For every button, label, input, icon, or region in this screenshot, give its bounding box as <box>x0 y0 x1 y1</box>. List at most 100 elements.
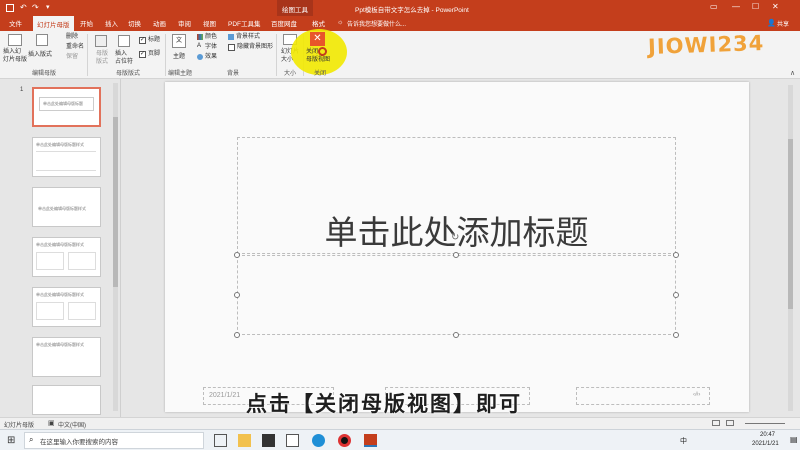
pane-scrollbar-thumb[interactable] <box>113 117 118 287</box>
effects-icon <box>197 54 203 60</box>
tray-clock-date: 2021/1/21 <box>752 441 779 447</box>
resize-handle[interactable] <box>234 292 240 298</box>
taskbar: ⊞ ⌕ 在这里输入你要搜索的内容 中 20:47 2021/1/21 ▤ <box>0 429 800 450</box>
normal-view-icon[interactable] <box>712 420 720 426</box>
collapse-ribbon-icon[interactable]: ∧ <box>790 69 795 77</box>
tab-pdf-tools[interactable]: PDF工具集 <box>228 18 261 28</box>
tab-review[interactable]: 审阅 <box>178 18 191 28</box>
tab-slide-master[interactable]: 幻灯片母版 <box>33 16 74 31</box>
resize-handle[interactable] <box>453 332 459 338</box>
text-placeholder-box[interactable] <box>237 255 676 335</box>
notification-icon[interactable]: ▤ <box>790 435 798 444</box>
rename-button[interactable]: 重命名 <box>66 43 84 51</box>
save-icon[interactable] <box>6 4 14 12</box>
resize-handle[interactable] <box>673 292 679 298</box>
minimize-icon[interactable]: — <box>732 2 740 11</box>
canvas-scrollbar-thumb[interactable] <box>788 139 793 309</box>
master-layout-icon <box>95 35 107 47</box>
zoom-slider[interactable] <box>745 423 785 424</box>
resize-handle[interactable] <box>234 332 240 338</box>
tell-me-search[interactable]: 告诉我您想要做什么... <box>347 19 406 28</box>
thumb-title: 单击此处编辑母版标题样式 <box>36 292 84 297</box>
recorder-icon[interactable] <box>338 434 351 447</box>
quick-access-customize-icon[interactable]: ▾ <box>46 3 50 11</box>
slide-thumbnail[interactable]: 单击此处编辑母版标题样式 <box>32 137 101 177</box>
context-tab-title: 绘图工具 <box>277 0 313 16</box>
ribbon-display-icon[interactable]: ▭ <box>710 2 718 11</box>
ribbon-separator <box>276 34 277 76</box>
spellcheck-icon[interactable]: ▣ <box>48 419 55 427</box>
taskbar-search-placeholder[interactable]: 在这里输入你要搜索的内容 <box>40 436 118 446</box>
status-view: 幻灯片母版 <box>4 423 35 429</box>
insert-slide-master-button[interactable]: 插入幻 灯片母版 <box>3 48 27 64</box>
window-title: Ppt模板自带文字怎么去掉 - PowerPoint <box>355 7 469 14</box>
slide-thumbnail[interactable]: 单击此处编辑母版标题样式 <box>32 187 101 227</box>
fonts-button[interactable]: 字体 <box>205 43 217 51</box>
status-language[interactable]: 中文(中国) <box>58 420 86 429</box>
resize-handle[interactable] <box>453 252 459 258</box>
close-window-icon[interactable]: ✕ <box>772 2 779 11</box>
slide-thumbnail[interactable]: 单击此处编辑母版标题样式 <box>32 287 101 327</box>
tab-format[interactable]: 格式 <box>312 18 325 28</box>
maximize-icon[interactable]: ☐ <box>752 2 759 11</box>
page-number-placeholder-box[interactable] <box>576 387 710 405</box>
edge-icon[interactable] <box>312 434 325 447</box>
master-layout-button: 母版 版式 <box>96 51 109 65</box>
ribbon-separator <box>165 34 166 76</box>
background-styles-button[interactable]: 背景样式 <box>236 33 260 41</box>
insert-placeholder-icon <box>118 35 130 47</box>
preserve-button[interactable]: 保留 <box>66 53 78 61</box>
powerpoint-icon[interactable] <box>364 434 377 447</box>
tab-view[interactable]: 视图 <box>203 18 216 28</box>
background-group-label: 背景 <box>227 71 240 77</box>
slide-thumbnail[interactable] <box>32 385 101 415</box>
close-master-view-icon[interactable]: ✕ <box>310 32 325 46</box>
insert-layout-button[interactable]: 插入版式 <box>28 51 52 59</box>
edit-master-group-label: 编辑母版 <box>32 71 57 77</box>
hide-background-checkbox[interactable] <box>228 44 235 51</box>
task-view-icon[interactable] <box>214 434 227 447</box>
cursor-pointer <box>318 47 327 56</box>
tray-ime[interactable]: 中 <box>680 436 687 446</box>
theme-button[interactable]: 主题 <box>173 53 185 61</box>
sorter-view-icon[interactable] <box>726 420 734 426</box>
thumb-title: 单击此处编辑母版标题 <box>43 101 83 106</box>
insert-layout-icon <box>36 34 48 46</box>
tab-animations[interactable]: 动画 <box>153 18 166 28</box>
title-checkbox[interactable]: ✓ <box>139 37 146 44</box>
windows-start-icon[interactable]: ⊞ <box>7 435 15 446</box>
title-bar: ↶ ↷ ▾ 绘图工具 Ppt模板自带文字怎么去掉 - PowerPoint ▭ … <box>0 0 800 16</box>
taskbar-search-icon: ⌕ <box>29 435 34 444</box>
rotate-handle-icon[interactable]: ↻ <box>451 232 459 243</box>
store-icon[interactable] <box>262 434 275 447</box>
tab-home[interactable]: 开始 <box>80 18 93 28</box>
tab-file[interactable]: 文件 <box>9 18 22 28</box>
colors-button[interactable]: 颜色 <box>205 33 217 41</box>
slide-thumbnail[interactable]: 单击此处编辑母版标题 <box>32 87 101 127</box>
edit-theme-group-label: 编辑主题 <box>168 71 193 77</box>
resize-handle[interactable] <box>234 252 240 258</box>
resize-handle[interactable] <box>673 252 679 258</box>
share-button[interactable]: 共享 <box>777 19 789 28</box>
effects-button[interactable]: 效果 <box>205 53 217 61</box>
redo-icon[interactable]: ↷ <box>32 3 39 12</box>
delete-button[interactable]: 删除 <box>66 33 78 41</box>
insert-placeholder-button[interactable]: 插入 占位符 <box>115 50 133 66</box>
mail-icon[interactable] <box>286 434 299 447</box>
share-icon[interactable]: 👤 <box>767 19 776 27</box>
tab-baidu-netdisk[interactable]: 百度网盘 <box>271 18 297 28</box>
slide-thumbnail[interactable]: 单击此处编辑母版标题样式 <box>32 237 101 277</box>
video-subtitle-caption: 点击【关闭母版视图】即可 <box>246 393 522 416</box>
tab-transitions[interactable]: 切换 <box>128 18 141 28</box>
footer-checkbox-label: 页脚 <box>148 51 161 57</box>
page-number-placeholder: ‹#› <box>693 392 701 398</box>
thumb-number: 1 <box>20 87 24 93</box>
footer-checkbox[interactable]: ✓ <box>139 51 146 58</box>
tab-insert[interactable]: 插入 <box>105 18 118 28</box>
title-placeholder-text[interactable]: 单击此处添加标题 <box>237 206 676 254</box>
thumbnail-pane: 1 单击此处编辑母版标题 单击此处编辑母版标题样式 单击此处编辑母版标题样式 单… <box>0 79 121 417</box>
undo-icon[interactable]: ↶ <box>20 3 27 12</box>
slide-thumbnail[interactable]: 单击此处编辑母版标题样式 <box>32 337 101 377</box>
file-explorer-icon[interactable] <box>238 434 251 447</box>
resize-handle[interactable] <box>673 332 679 338</box>
